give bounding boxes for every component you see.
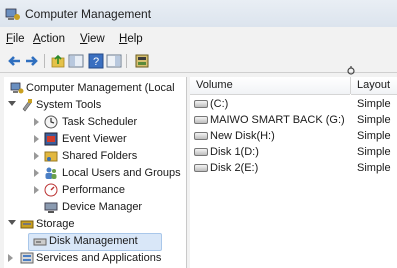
table-row[interactable]: New Disk(H:) Simple [190,130,397,145]
window-title: Computer Management [25,7,152,21]
layout-value: Simple [357,98,391,110]
forward-arrow-icon[interactable] [24,53,40,69]
up-folder-icon[interactable] [50,53,66,69]
table-row[interactable]: Disk 2(E:) Simple [190,162,397,177]
menu-file[interactable]: File [6,33,25,45]
table-row[interactable]: MAIWO SMART BACK (G:) Simple [190,114,397,129]
help-icon[interactable]: ? [88,53,104,69]
clock-icon [44,115,58,129]
menu-help[interactable]: Help [119,33,143,45]
expand-arrow-icon[interactable] [34,186,39,194]
volume-name: Disk 1(D:) [210,146,259,158]
title-bar[interactable]: Computer Management [0,0,397,27]
back-arrow-icon[interactable] [6,53,22,69]
storage-icon [20,220,34,229]
table-row[interactable]: Disk 1(D:) Simple [190,146,397,161]
disk-icon [194,148,208,157]
layout-value: Simple [357,130,391,142]
show-hide-tree-icon[interactable] [68,53,84,69]
menu-bar: File Action View Help [0,30,397,50]
expand-arrow-icon[interactable] [34,135,39,143]
expand-arrow-icon[interactable] [34,169,39,177]
disk-icon [194,132,208,141]
export-icon[interactable] [134,53,150,69]
svg-text:?: ? [93,56,99,68]
services-icon [20,252,34,264]
computer-management-window: Computer Management File Action View Hel… [0,0,397,268]
expand-arrow-icon[interactable] [8,254,13,262]
disk-management-icon [33,238,47,246]
device-manager-icon [44,202,58,213]
expand-arrow-icon[interactable] [34,118,39,126]
column-header-volume[interactable]: Volume [190,77,350,95]
system-tools-icon [22,99,32,112]
menu-action[interactable]: Action [33,33,65,45]
layout-value: Simple [357,146,391,158]
layout-value: Simple [357,114,391,126]
disk-icon [194,164,208,173]
layout-value: Simple [357,162,391,174]
expand-arrow-icon[interactable] [34,152,39,160]
computer-management-icon [10,82,24,94]
volume-name: MAIWO SMART BACK (G:) [210,114,345,126]
expand-arrow-icon[interactable] [8,220,16,225]
disk-icon [194,100,208,109]
computer-management-icon [5,8,20,20]
table-row[interactable]: (C:) Simple [190,98,397,113]
navigation-tree: Computer Management (Local System Tools … [4,77,187,268]
volume-name: Disk 2(E:) [210,162,259,174]
tree-item-disk-management[interactable]: Disk Management [28,233,162,251]
toolbar: ? [0,50,397,73]
toolbar-separator [126,54,127,68]
users-icon [45,167,57,179]
toolbar-separator [44,54,45,68]
menu-view[interactable]: View [80,33,105,45]
shared-folder-icon [44,151,58,162]
event-viewer-icon [44,132,58,146]
column-header-layout[interactable]: Layout [351,77,397,95]
volume-name: New Disk(H:) [210,130,275,142]
disk-icon [194,116,208,125]
properties-icon[interactable] [106,53,122,69]
expand-arrow-icon[interactable] [8,101,16,106]
volume-name: (C:) [210,98,229,110]
volume-list: Volume Layout (C:) Simple MAIWO SMART BA… [190,77,397,268]
busy-cursor-icon [347,66,355,75]
performance-icon [44,183,58,197]
